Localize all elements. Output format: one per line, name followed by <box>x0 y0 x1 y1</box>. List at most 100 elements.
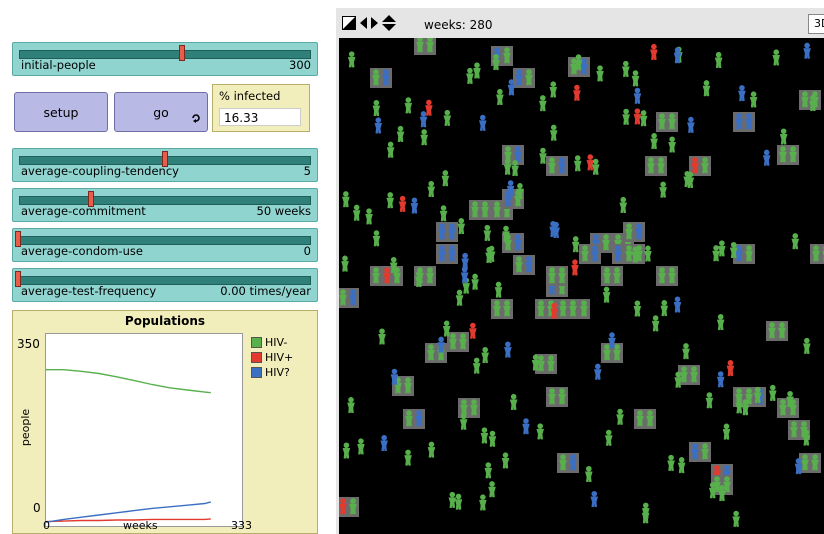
vertical-arrows-icon[interactable] <box>382 15 396 31</box>
person-agent <box>478 114 487 131</box>
person-agent <box>712 245 720 262</box>
person-agent <box>514 234 522 251</box>
person-agent <box>339 498 347 515</box>
person-agent <box>398 195 407 212</box>
person-agent <box>768 322 776 339</box>
person-agent <box>502 225 510 242</box>
slider-average-commitment[interactable]: average-commitment 50 weeks <box>12 188 318 222</box>
person-agent <box>380 434 388 452</box>
person-agent <box>786 390 794 407</box>
slider-average-coupling-tendency[interactable]: average-coupling-tendency 5 <box>12 148 318 182</box>
person-agent <box>461 252 469 269</box>
slider-average-test-frequency[interactable]: average-test-frequency 0.00 times/year <box>12 268 318 302</box>
person-agent <box>772 49 781 66</box>
person-agent <box>726 360 735 377</box>
person-agent <box>714 51 723 68</box>
person-agent <box>549 124 558 141</box>
person-agent <box>749 91 758 108</box>
monitor-value: 16.33 <box>219 108 301 126</box>
person-agent <box>427 344 435 361</box>
person-agent <box>668 136 676 153</box>
legend-label: HIV+ <box>265 351 294 364</box>
interface-panel: initial-people 300 setup go % infected 1… <box>0 0 330 534</box>
person-agent <box>677 457 686 474</box>
person-agent <box>443 109 452 126</box>
person-agent <box>811 454 819 471</box>
world-toolbar: weeks: 280 3D <box>336 8 824 36</box>
plot-area <box>45 333 243 527</box>
slider-initial-people[interactable]: initial-people 300 <box>12 42 318 76</box>
ticks-label: weeks: 280 <box>424 18 493 32</box>
person-agent <box>548 157 556 174</box>
person-agent <box>658 113 666 130</box>
person-agent <box>466 67 474 84</box>
person-agent <box>396 125 405 142</box>
person-agent <box>536 423 545 440</box>
person-agent <box>386 192 395 209</box>
person-agent <box>525 69 533 86</box>
person-agent <box>496 88 504 105</box>
person-agent <box>442 320 451 337</box>
view-3d-label: 3D <box>814 17 824 30</box>
person-agent <box>723 476 731 493</box>
person-agent <box>357 438 365 455</box>
person-agent <box>794 458 803 475</box>
person-agent <box>492 54 500 71</box>
person-agent <box>647 157 655 174</box>
world-view[interactable] <box>339 38 824 534</box>
person-agent <box>503 158 512 175</box>
person-agent <box>415 271 423 288</box>
person-agent <box>673 47 682 64</box>
slider-knob[interactable] <box>179 45 185 61</box>
person-agent <box>460 266 469 283</box>
person-agent <box>614 245 622 262</box>
slider-value: 300 <box>289 58 311 72</box>
person-agent <box>625 223 633 240</box>
person-agent <box>738 85 746 102</box>
person-agent <box>514 146 522 163</box>
person-agent <box>507 79 516 96</box>
view-3d-button[interactable]: 3D <box>808 14 824 34</box>
person-agent <box>437 336 445 353</box>
person-agent <box>812 245 820 262</box>
person-agent <box>488 430 497 447</box>
person-agent <box>448 223 456 240</box>
person-agent <box>511 159 519 177</box>
person-agent <box>480 427 489 444</box>
legend-label: HIV- <box>265 336 288 349</box>
resize-icon[interactable] <box>342 16 356 30</box>
person-agent <box>722 423 731 440</box>
y-axis-label: people <box>19 408 33 447</box>
slider-value: 0.00 times/year <box>220 284 311 298</box>
person-agent <box>538 95 547 112</box>
slider-average-condom-use[interactable]: average-condom-use 0 <box>12 228 318 262</box>
person-agent <box>683 170 692 188</box>
person-agent <box>691 443 699 460</box>
person-agent <box>382 69 390 86</box>
person-agent <box>439 205 448 222</box>
person-agent <box>604 429 613 446</box>
person-agent <box>347 51 356 68</box>
person-agent <box>549 220 557 238</box>
person-agent <box>586 154 595 171</box>
slider-label: average-test-frequency <box>21 284 157 298</box>
person-agent <box>426 267 434 284</box>
person-agent <box>459 333 467 350</box>
horizontal-arrows-icon[interactable] <box>360 16 378 30</box>
person-agent <box>378 328 386 345</box>
person-agent <box>658 267 666 284</box>
person-agent <box>801 91 809 108</box>
person-agent <box>342 442 351 459</box>
person-agent <box>487 245 496 262</box>
person-agent <box>386 141 395 158</box>
legend-swatch-green <box>251 337 262 348</box>
x-max-label: 333 <box>231 519 252 532</box>
world-canvas[interactable] <box>339 38 824 534</box>
person-agent <box>581 245 589 262</box>
person-agent <box>735 397 744 414</box>
person-agent <box>484 462 493 479</box>
setup-button[interactable]: setup <box>14 92 108 132</box>
go-button[interactable]: go <box>114 92 208 132</box>
person-agent <box>608 332 616 349</box>
populations-plot: Populations 350 0 people 0 weeks 333 HIV… <box>12 310 318 534</box>
